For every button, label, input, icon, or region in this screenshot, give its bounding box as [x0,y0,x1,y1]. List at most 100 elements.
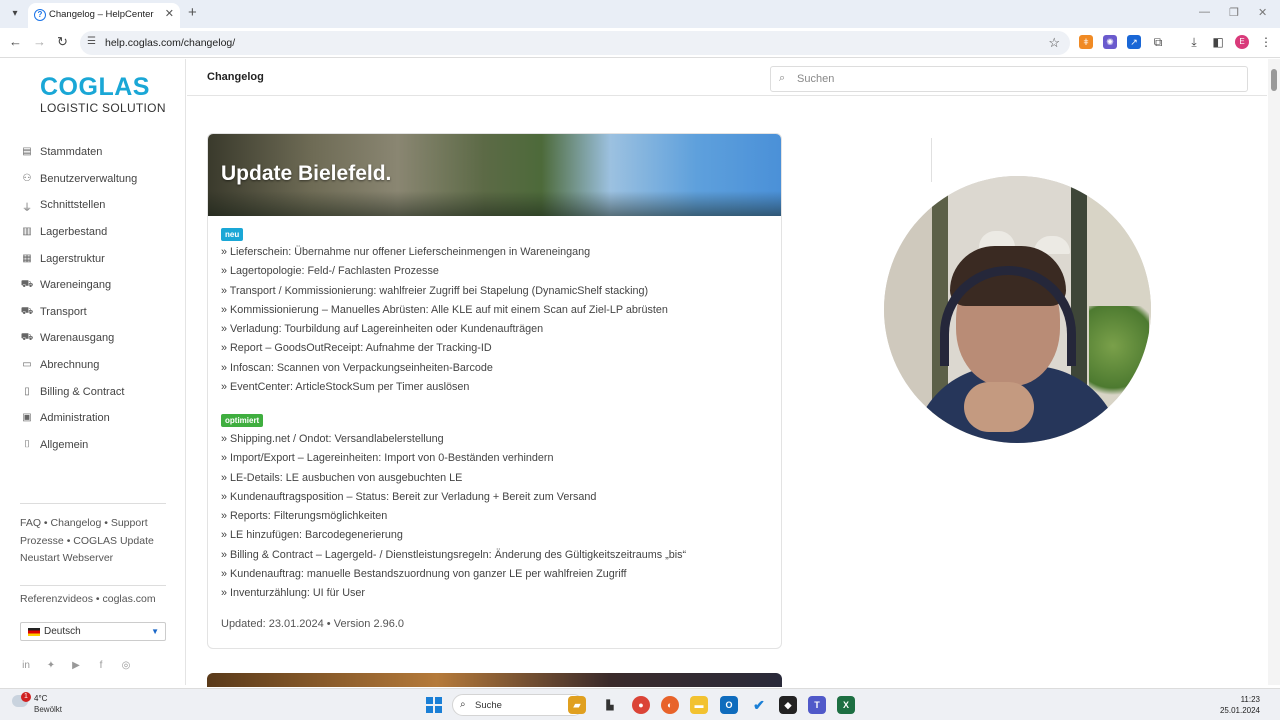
extension-gear-icon[interactable]: ✺ [1103,35,1117,49]
next-changelog-card[interactable] [207,673,782,687]
hero-image: Update Bielefeld. [208,134,781,216]
app-todo-icon[interactable]: ✔ [750,696,768,714]
linkedin-icon[interactable]: in [20,660,32,671]
temperature[interactable]: 4°C [34,694,47,703]
list-item: » Reports: Filterungsmöglichkeiten [221,510,388,522]
search-box[interactable]: ⌕ [770,66,1248,92]
sidebar-item-abrechnung[interactable]: ▭ Abrechnung [20,352,137,379]
reload-icon[interactable]: ↻ [57,34,68,50]
list-item: » Lieferschein: Übernahme nur offener Li… [221,246,591,258]
list-item: » LE-Details: LE ausbuchen von ausgebuch… [221,471,463,484]
notification-badge: 1 [21,692,31,702]
link-referenzvideos[interactable]: Referenzvideos [20,593,93,605]
facebook-icon[interactable]: f [95,660,107,671]
sidebar-item-lagerstruktur[interactable]: ▦ Lagerstruktur [20,245,137,272]
sidebar-nav: ▤ Stammdaten ⚇ Benutzerverwaltung ⏚ Schnitt… [20,139,138,459]
windows-start-icon[interactable] [426,697,442,713]
instagram-icon[interactable]: ◎ [120,660,132,671]
app-vscode-icon[interactable]: ◆ [779,696,797,714]
sidebar-item-wareneingang[interactable]: ⛟ Wareneingang [20,272,137,299]
download-icon[interactable]: ⤓ [1187,35,1201,49]
sidebar-item-billing-contract[interactable]: ▯ Billing & Contract [20,378,137,405]
sidebar-item-label: Lagerbestand [40,226,108,239]
extensions-puzzle-icon[interactable]: ⧉ [1151,35,1165,49]
link-faq[interactable]: FAQ [20,517,41,529]
link-coglas-update[interactable]: COGLAS Update [73,535,154,547]
app-excel-icon[interactable]: X [837,696,855,714]
forward-icon[interactable]: → [33,34,46,49]
list-item: » Report – GoodsOutReceipt: Aufnahme der… [221,342,492,355]
address-bar[interactable]: ☰ help.coglas.com/changelog/ ☆ [80,31,1070,55]
list-item: » Kundenauftragsposition – Status: Berei… [221,490,597,503]
minimize-icon[interactable]: — [1199,6,1210,18]
scrollbar-thumb[interactable] [1271,69,1277,91]
url-text[interactable]: help.coglas.com/changelog/ [105,37,235,49]
logo[interactable]: COGLAS [40,73,150,102]
badge-new: neu [221,228,244,241]
clock-date: 25.01.2024 [1219,706,1260,715]
sidebar: COGLAS LOGISTIC SOLUTION ▤ Stammdaten ⚇ Be… [0,59,186,685]
app-teams-icon[interactable]: T [808,696,826,714]
youtube-icon[interactable]: ▶ [70,660,82,671]
taskbar-search[interactable]: ⌕ Suche [452,694,584,716]
extension-arrow-icon[interactable]: ↗ [1127,35,1141,49]
close-window-icon[interactable]: ✕ [1258,6,1267,19]
language-select[interactable]: Deutsch ▼ [20,622,166,641]
sidebar-item-label: Benutzerverwaltung [40,172,138,185]
sidebar-item-administration[interactable]: ▣ Administration [20,405,137,432]
receipt-icon: ▭ [22,359,32,371]
list-item: » LE hinzufügen: Barcodegenerierung [221,529,403,542]
app-task-view-icon[interactable]: ▙ [601,696,619,714]
sidebar-item-label: Administration [40,412,110,425]
side-panel-icon[interactable]: ◧ [1211,35,1225,49]
new-tab-icon[interactable]: + [188,4,197,21]
webcam-overlay [884,176,1151,443]
sidebar-item-label: Wareneingang [40,279,112,292]
app-outlook-icon[interactable]: O [720,696,738,714]
sidebar-item-schnittstellen[interactable]: ⏚ Schnittstellen [20,192,137,219]
list-item: » Infoscan: Scannen von Verpackungseinhe… [221,361,493,374]
back-icon[interactable]: ← [9,34,22,49]
extension-rss-icon[interactable]: ǂ [1079,35,1093,49]
list-item: » Kommissionierung – Manuelles Abrüsten:… [221,303,668,316]
link-prozesse[interactable]: Prozesse [20,535,64,547]
page-scrollbar[interactable] [1268,59,1280,685]
plug-icon: ⏚ [22,203,32,215]
twitter-icon[interactable]: ✦ [45,660,57,671]
warehouse-icon: ▦ [22,252,32,264]
sidebar-item-transport[interactable]: ⛟ Transport [20,299,137,326]
search-input[interactable] [797,71,1237,87]
divider [20,503,166,504]
close-tab-icon[interactable]: ✕ [165,7,174,20]
tab-search-icon[interactable]: ▾ [6,5,24,23]
link-coglas-com[interactable]: coglas.com [102,593,155,605]
admin-icon: ▣ [22,412,32,424]
sidebar-item-stammdaten[interactable]: ▤ Stammdaten [20,139,137,166]
app-folder-icon[interactable]: ▰ [568,696,586,714]
link-support[interactable]: Support [111,517,148,529]
sidebar-item-label: Warenausgang [40,332,115,345]
app-firefox-icon[interactable]: ◐ [661,696,679,714]
app-chrome-icon[interactable]: ● [632,696,650,714]
system-clock[interactable]: 11:23 25.01.2024 [1220,694,1260,716]
optimized-items-list: » Shipping.net / Ondot: Versandlabelerst… [221,430,686,603]
bookmark-star-icon[interactable]: ☆ [1048,35,1060,51]
sidebar-item-benutzerverwaltung[interactable]: ⚇ Benutzerverwaltung [20,166,138,193]
sidebar-item-warenausgang[interactable]: ⛟ Warenausgang [20,325,137,352]
windows-taskbar: 1 4°C Bewölkt ⌕ Suche ▰ ▙ ● ◐ ▬ O ✔ ◆ T … [0,688,1280,720]
weather-condition[interactable]: Bewölkt [34,705,62,714]
profile-avatar[interactable]: E [1235,35,1249,49]
help-favicon-icon: ? [34,9,46,21]
sidebar-item-allgemein[interactable]: ⌷ Allgemein [20,432,137,459]
menu-dots-icon[interactable]: ⋮ [1259,35,1273,49]
badge-optimized: optimiert [221,414,264,427]
chevron-down-icon: ▼ [151,627,159,636]
tab-changelog[interactable]: ? Changelog – HelpCenter ✕ [28,3,180,28]
app-explorer-icon[interactable]: ▬ [690,696,708,714]
link-changelog[interactable]: Changelog [51,517,102,529]
site-info-icon[interactable]: ☰ [87,36,96,47]
restore-icon[interactable]: ❐ [1229,6,1239,19]
sidebar-item-lagerbestand[interactable]: ▥ Lagerbestand [20,219,137,246]
outbound-truck-icon: ⛟ [20,332,34,344]
link-neustart-webserver[interactable]: Neustart Webserver [20,552,113,564]
